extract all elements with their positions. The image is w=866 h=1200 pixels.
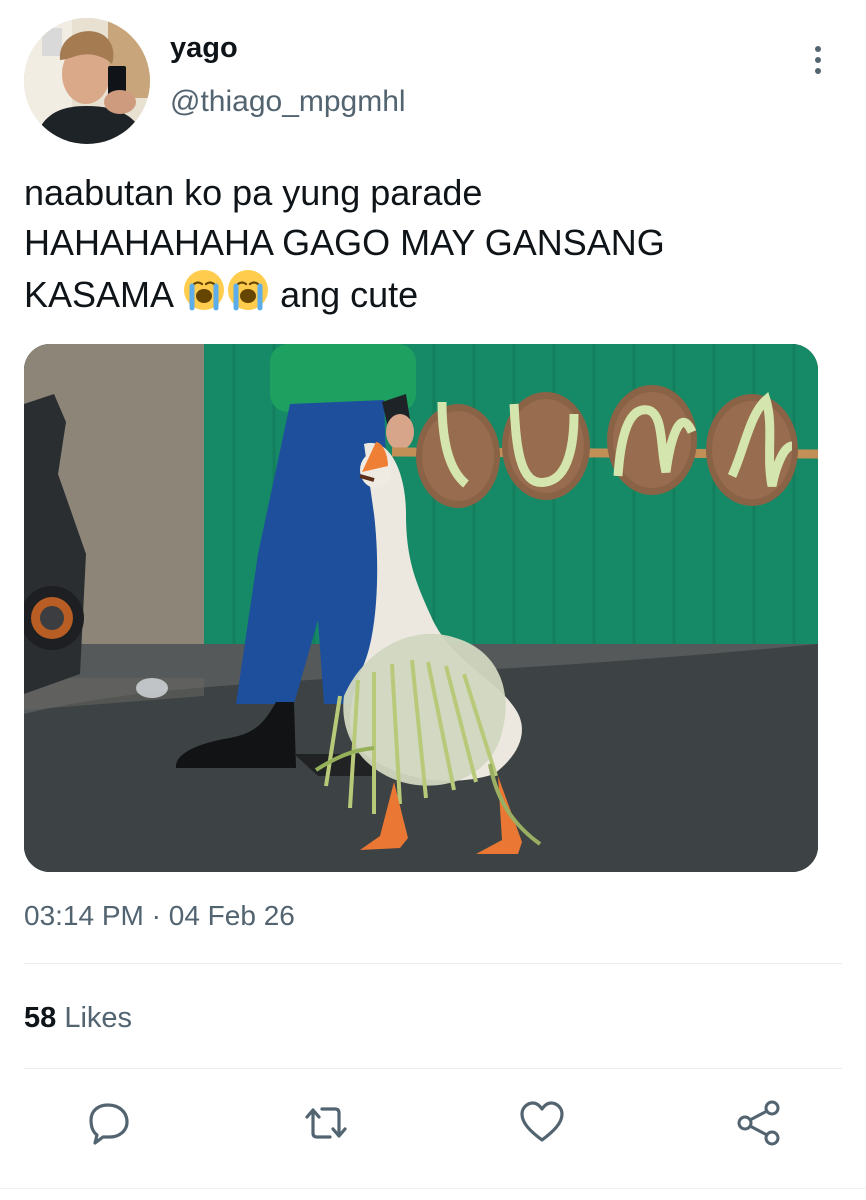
reply-button[interactable] xyxy=(84,1098,134,1148)
timestamp-separator: · xyxy=(143,900,169,931)
more-vertical-icon xyxy=(815,46,821,52)
tweet-text-line-3-suffix: ang cute xyxy=(270,274,419,315)
reply-icon xyxy=(89,1103,129,1145)
share-icon xyxy=(737,1100,780,1146)
bottom-divider xyxy=(0,1188,866,1189)
avatar[interactable] xyxy=(24,18,150,144)
likes-count: 58 xyxy=(24,1002,57,1034)
retweet-icon xyxy=(305,1107,347,1139)
tweet-header: yago @thiago_mpgmhl xyxy=(24,18,842,146)
heart-icon xyxy=(520,1101,564,1142)
tweet-timestamp[interactable]: 03:14 PM · 04 Feb 26 xyxy=(24,896,295,936)
tweet-text: naabutan ko pa yung parade HAHAHAHAHA GA… xyxy=(24,168,824,320)
username-handle[interactable]: @thiago_mpgmhl xyxy=(170,84,406,120)
share-button[interactable] xyxy=(734,1098,784,1148)
likes-stat[interactable]: 58 Likes xyxy=(24,998,132,1038)
more-options-button[interactable] xyxy=(812,46,824,80)
loudly-crying-face-icon xyxy=(184,270,225,311)
retweet-button[interactable] xyxy=(301,1098,351,1148)
divider xyxy=(24,1068,842,1069)
like-button[interactable] xyxy=(517,1098,567,1148)
likes-label: Likes xyxy=(56,1002,133,1034)
divider xyxy=(24,963,842,964)
timestamp-date: 04 Feb 26 xyxy=(168,900,295,931)
tweet-text-line-3-prefix: KASAMA xyxy=(24,274,183,315)
tweet-image[interactable] xyxy=(24,344,818,872)
loudly-crying-face-icon xyxy=(228,270,269,311)
tweet-actions xyxy=(0,1098,866,1154)
timestamp-time: 03:14 PM xyxy=(24,900,144,931)
display-name[interactable]: yago xyxy=(170,30,238,66)
tweet-text-line-2: HAHAHAHAHA GAGO MAY GANSANG xyxy=(24,222,665,263)
tweet-text-line-1: naabutan ko pa yung parade xyxy=(24,172,483,213)
